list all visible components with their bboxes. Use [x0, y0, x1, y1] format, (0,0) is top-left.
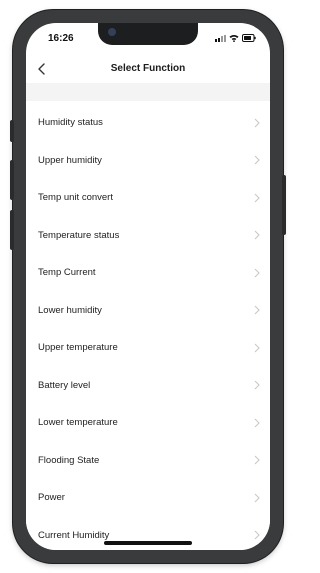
chevron-right-icon	[254, 155, 260, 165]
list-item-flooding-state[interactable]: Flooding State	[26, 441, 270, 479]
list-item-label: Current Humidity	[38, 529, 110, 541]
chevron-right-icon	[254, 530, 260, 540]
chevron-right-icon	[254, 268, 260, 278]
list-item-label: Lower temperature	[38, 417, 118, 429]
list-item-temperature-status[interactable]: Temperature status	[26, 216, 270, 254]
status-icons	[215, 34, 256, 42]
chevron-right-icon	[254, 343, 260, 353]
status-time: 16:26	[48, 33, 74, 44]
phone-frame: 16:26 Select Function Humidity status Up…	[10, 10, 286, 563]
camera-icon	[108, 28, 116, 36]
mute-switch	[10, 120, 14, 142]
notch	[98, 23, 198, 45]
chevron-right-icon	[254, 418, 260, 428]
list-item-power[interactable]: Power	[26, 479, 270, 517]
power-button	[282, 175, 286, 235]
list-item-temp-current[interactable]: Temp Current	[26, 254, 270, 292]
phone-screen: 16:26 Select Function Humidity status Up…	[26, 23, 270, 550]
list-item-label: Temp Current	[38, 267, 96, 279]
home-indicator[interactable]	[104, 541, 192, 545]
chevron-right-icon	[254, 118, 260, 128]
list-item-temp-unit-convert[interactable]: Temp unit convert	[26, 179, 270, 217]
volume-down-button	[10, 210, 14, 250]
list-item-label: Temp unit convert	[38, 192, 113, 204]
chevron-right-icon	[254, 455, 260, 465]
list-item-upper-humidity[interactable]: Upper humidity	[26, 141, 270, 179]
wifi-icon	[229, 34, 239, 42]
list-item-lower-temperature[interactable]: Lower temperature	[26, 404, 270, 442]
list-item-lower-humidity[interactable]: Lower humidity	[26, 291, 270, 329]
list-item-label: Battery level	[38, 379, 91, 391]
list-item-label: Upper humidity	[38, 154, 102, 166]
list-item-upper-temperature[interactable]: Upper temperature	[26, 329, 270, 367]
section-spacer	[26, 83, 270, 101]
list-item-label: Flooding State	[38, 454, 100, 466]
chevron-right-icon	[254, 305, 260, 315]
list-item-label: Lower humidity	[38, 304, 102, 316]
list-item-label: Power	[38, 492, 65, 504]
chevron-right-icon	[254, 493, 260, 503]
chevron-right-icon	[254, 193, 260, 203]
battery-icon	[242, 34, 256, 42]
page-title: Select Function	[110, 63, 186, 74]
chevron-right-icon	[254, 230, 260, 240]
signal-icon	[215, 34, 226, 42]
list-item-label: Temperature status	[38, 229, 120, 241]
list-item-label: Upper temperature	[38, 342, 118, 354]
list-item-label: Humidity status	[38, 117, 103, 129]
list-item-humidity-status[interactable]: Humidity status	[26, 104, 270, 142]
volume-up-button	[10, 160, 14, 200]
nav-header: Select Function	[26, 57, 270, 83]
function-list: Humidity status Upper humidity Temp unit…	[26, 104, 270, 550]
chevron-right-icon	[254, 380, 260, 390]
list-item-battery-level[interactable]: Battery level	[26, 366, 270, 404]
